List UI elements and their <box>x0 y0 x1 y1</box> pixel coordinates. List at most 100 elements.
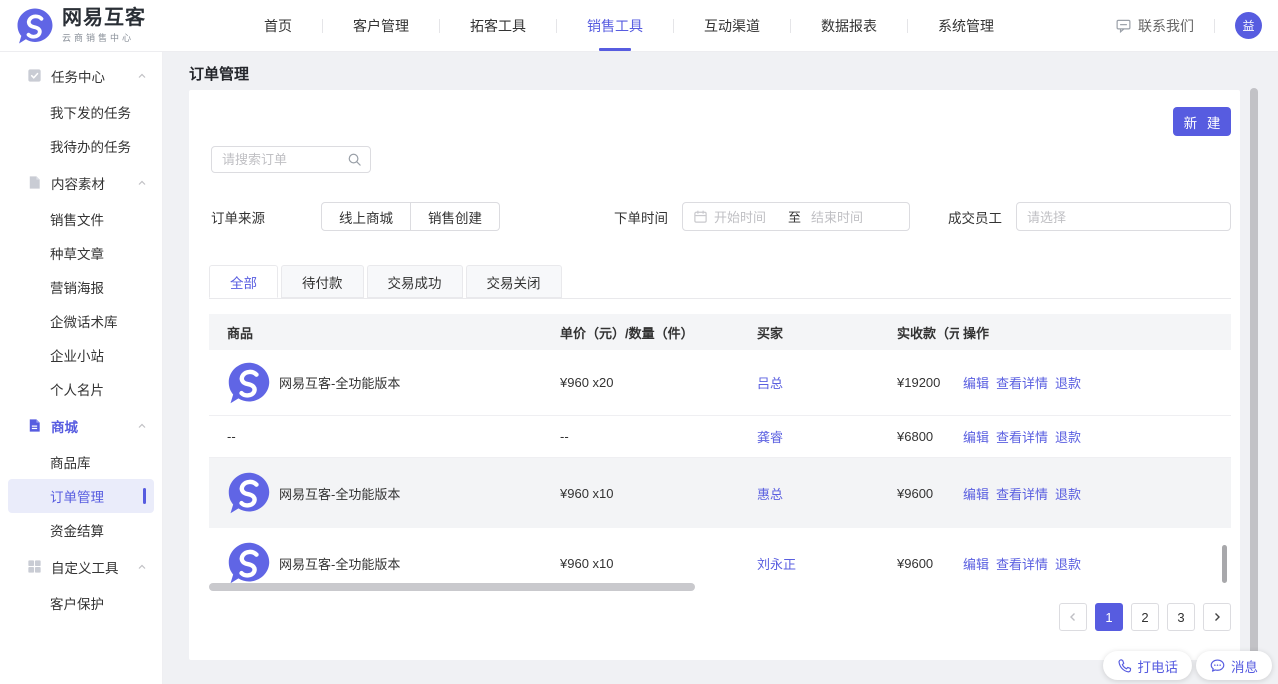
refund-link[interactable]: 退款 <box>1055 373 1081 392</box>
sidebar-section-mall[interactable]: 商城 <box>0 406 162 445</box>
view-detail-link[interactable]: 查看详情 <box>996 554 1048 573</box>
tab-trade-success[interactable]: 交易成功 <box>367 265 463 298</box>
document-icon <box>26 174 43 191</box>
date-to-label: 至 <box>788 207 801 226</box>
sidebar-item-tasks-todo[interactable]: 我待办的任务 <box>8 129 154 163</box>
buyer-link[interactable]: 刘永正 <box>757 554 897 573</box>
sidebar-section-task-center[interactable]: 任务中心 <box>0 56 162 95</box>
edit-link[interactable]: 编辑 <box>963 554 989 573</box>
sidebar-section-content[interactable]: 内容素材 <box>0 163 162 202</box>
sidebar-item-personal-card[interactable]: 个人名片 <box>8 372 154 406</box>
edit-link[interactable]: 编辑 <box>963 373 989 392</box>
table-row[interactable]: -- -- 龚睿 ¥6800 编辑 查看详情 退款 <box>209 416 1231 458</box>
filter-row: 订单来源 线上商城 销售创建 下单时间 开始时间 至 结束时间 成交员工 请选择 <box>211 202 1231 231</box>
logo-subtitle: 云商销售中心 <box>62 31 146 44</box>
call-button[interactable]: 打电话 <box>1103 651 1193 680</box>
sidebar-item-product-library[interactable]: 商品库 <box>8 445 154 479</box>
staff-select[interactable]: 请选择 <box>1016 202 1231 231</box>
edit-link[interactable]: 编辑 <box>963 484 989 503</box>
order-search-input[interactable] <box>222 152 347 167</box>
amount: ¥9600 <box>897 486 959 501</box>
price-qty: ¥960 x10 <box>560 556 757 571</box>
col-actions: 操作 <box>959 323 1231 342</box>
nav-item-home[interactable]: 首页 <box>234 0 322 51</box>
sidebar-item-sales-files[interactable]: 销售文件 <box>8 202 154 236</box>
refund-link[interactable]: 退款 <box>1055 427 1081 446</box>
nav-item-customers[interactable]: 客户管理 <box>323 0 439 51</box>
call-label: 打电话 <box>1138 656 1179 676</box>
sidebar-item-marketing-posters[interactable]: 营销海报 <box>8 270 154 304</box>
col-amount: 实收款（元 <box>897 323 959 342</box>
phone-icon <box>1117 658 1132 673</box>
horizontal-scrollbar[interactable] <box>209 583 695 591</box>
deal-staff-label: 成交员工 <box>948 207 1002 227</box>
date-range-picker[interactable]: 开始时间 至 结束时间 <box>682 202 910 231</box>
edit-link[interactable]: 编辑 <box>963 427 989 446</box>
prev-page-button[interactable] <box>1059 603 1087 631</box>
col-buyer: 买家 <box>757 323 897 342</box>
tab-all[interactable]: 全部 <box>209 265 278 298</box>
nav-item-reports[interactable]: 数据报表 <box>791 0 907 51</box>
buyer-link[interactable]: 龚睿 <box>757 427 897 446</box>
refund-link[interactable]: 退款 <box>1055 484 1081 503</box>
end-time-placeholder[interactable]: 结束时间 <box>811 207 863 226</box>
amount: ¥6800 <box>897 429 959 444</box>
search-icon[interactable] <box>347 152 362 167</box>
price-qty: ¥960 x10 <box>560 486 757 501</box>
sidebar-section-custom-tools[interactable]: 自定义工具 <box>0 547 162 586</box>
tab-trade-closed[interactable]: 交易关闭 <box>466 265 562 298</box>
app-logo[interactable]: 网易互客 云商销售中心 <box>16 7 216 45</box>
nav-item-channels[interactable]: 互动渠道 <box>674 0 790 51</box>
tab-pending-payment[interactable]: 待付款 <box>281 265 364 298</box>
message-button[interactable]: 消息 <box>1196 651 1272 680</box>
product-name: 网易互客-全功能版本 <box>279 554 400 573</box>
sidebar-item-wecom-scripts[interactable]: 企微话术库 <box>8 304 154 338</box>
table-row[interactable]: 网易互客-全功能版本 ¥960 x10 刘永正 ¥9600 编辑 查看详情 退款 <box>209 528 1231 591</box>
page-button-3[interactable]: 3 <box>1167 603 1195 631</box>
task-icon <box>26 67 43 84</box>
product-name: 网易互客-全功能版本 <box>279 373 400 392</box>
buyer-link[interactable]: 吕总 <box>757 373 897 392</box>
sidebar: 任务中心 我下发的任务 我待办的任务 内容素材 销售文件 种草文章 营销海报 企… <box>0 52 163 684</box>
order-search-box <box>211 146 371 173</box>
create-order-button[interactable]: 新 建 <box>1173 107 1231 136</box>
refund-link[interactable]: 退款 <box>1055 554 1081 573</box>
source-online-mall-button[interactable]: 线上商城 <box>321 202 411 231</box>
price-qty: ¥960 x20 <box>560 375 757 390</box>
nav-item-system[interactable]: 系统管理 <box>908 0 1024 51</box>
orders-table: 商品 单价（元）/数量（件） 买家 实收款（元 操作 网易互客-全功能版本 ¥9… <box>209 314 1231 591</box>
view-detail-link[interactable]: 查看详情 <box>996 484 1048 503</box>
buyer-link[interactable]: 惠总 <box>757 484 897 503</box>
sidebar-item-fund-settlement[interactable]: 资金结算 <box>8 513 154 547</box>
nav-item-prospecting[interactable]: 拓客工具 <box>440 0 556 51</box>
sidebar-item-tasks-issued[interactable]: 我下发的任务 <box>8 95 154 129</box>
order-source-toggle: 线上商城 销售创建 <box>321 202 500 231</box>
page-button-1[interactable]: 1 <box>1095 603 1123 631</box>
page-title: 订单管理 <box>189 63 249 84</box>
pagination: 1 2 3 <box>1059 603 1231 631</box>
main-scrollbar-track <box>1250 52 1258 684</box>
table-row[interactable]: 网易互客-全功能版本 ¥960 x10 惠总 ¥9600 编辑 查看详情 退款 <box>209 458 1231 528</box>
sidebar-item-order-management[interactable]: 订单管理 <box>8 479 154 513</box>
main-scrollbar-thumb[interactable] <box>1250 88 1258 666</box>
view-detail-link[interactable]: 查看详情 <box>996 373 1048 392</box>
table-row[interactable]: 网易互客-全功能版本 ¥960 x20 吕总 ¥19200 编辑 查看详情 退款 <box>209 350 1231 416</box>
orders-card: 新 建 订单来源 线上商城 销售创建 下单时间 开始时间 至 结束时间 成交员工… <box>189 90 1240 660</box>
sidebar-item-seeding-articles[interactable]: 种草文章 <box>8 236 154 270</box>
source-sales-created-button[interactable]: 销售创建 <box>411 202 500 231</box>
next-page-button[interactable] <box>1203 603 1231 631</box>
view-detail-link[interactable]: 查看详情 <box>996 427 1048 446</box>
sidebar-item-company-site[interactable]: 企业小站 <box>8 338 154 372</box>
nav-item-sales-tools[interactable]: 销售工具 <box>557 0 673 51</box>
chevron-up-icon <box>136 561 148 573</box>
start-time-placeholder[interactable]: 开始时间 <box>714 207 766 226</box>
sidebar-item-customer-protection[interactable]: 客户保护 <box>8 586 154 620</box>
contact-us-button[interactable]: 联系我们 <box>1115 16 1194 36</box>
price-qty: -- <box>560 429 757 444</box>
table-vertical-scrollbar[interactable] <box>1222 545 1227 583</box>
main-content: 订单管理 新 建 订单来源 线上商城 销售创建 下单时间 开始时间 至 结束时间… <box>163 52 1278 684</box>
page-button-2[interactable]: 2 <box>1131 603 1159 631</box>
mall-icon <box>26 417 43 434</box>
user-avatar[interactable]: 益 <box>1235 12 1262 39</box>
chevron-up-icon <box>136 420 148 432</box>
